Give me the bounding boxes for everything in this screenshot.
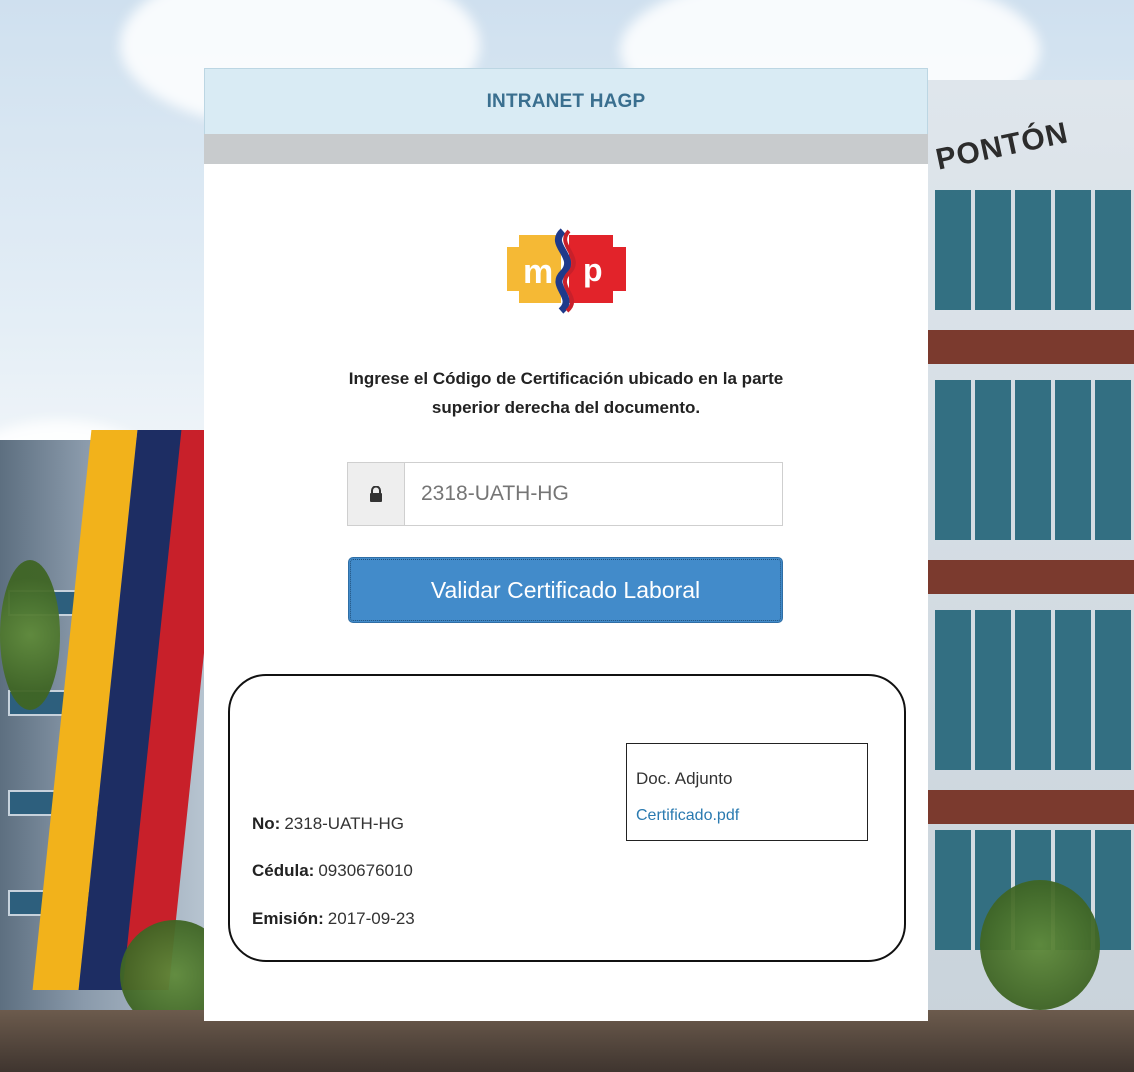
result-cedula-label: Cédula: xyxy=(252,861,315,880)
card-header: INTRANET HAGP xyxy=(204,68,928,134)
instructions-text: Ingrese el Código de Certificación ubica… xyxy=(348,369,784,417)
result-cedula: Cédula: 0930676010 xyxy=(252,861,413,881)
certificate-pdf-link[interactable]: Certificado.pdf xyxy=(636,807,739,825)
certificate-code-input[interactable] xyxy=(405,463,782,525)
attachment-box: Doc. Adjunto Certificado.pdf xyxy=(626,743,868,841)
result-cedula-value: 0930676010 xyxy=(318,861,413,880)
result-emision-value: 2017-09-23 xyxy=(327,909,415,928)
header-divider xyxy=(204,134,928,164)
result-number-value: 2318-UATH-HG xyxy=(284,814,404,833)
result-number-label: No: xyxy=(252,814,281,833)
validate-certificate-button[interactable]: Validar Certificado Laboral xyxy=(348,557,783,623)
logo-letter-m: m xyxy=(523,253,553,291)
result-emision: Emisión: 2017-09-23 xyxy=(252,909,415,929)
page-title: INTRANET HAGP xyxy=(486,90,646,112)
logo-letter-p: p xyxy=(583,252,603,288)
validation-card: INTRANET HAGP m p Ingrese el Código de C… xyxy=(204,68,928,1021)
msp-logo: m p xyxy=(507,228,626,314)
certificate-result-panel: No: 2318-UATH-HG Cédula: 0930676010 Emisió… xyxy=(228,674,906,962)
lock-icon xyxy=(348,463,405,525)
certificate-code-group xyxy=(347,462,783,526)
result-emision-label: Emisión: xyxy=(252,909,324,928)
attachment-label: Doc. Adjunto xyxy=(636,769,733,788)
result-number: No: 2318-UATH-HG xyxy=(252,814,404,834)
